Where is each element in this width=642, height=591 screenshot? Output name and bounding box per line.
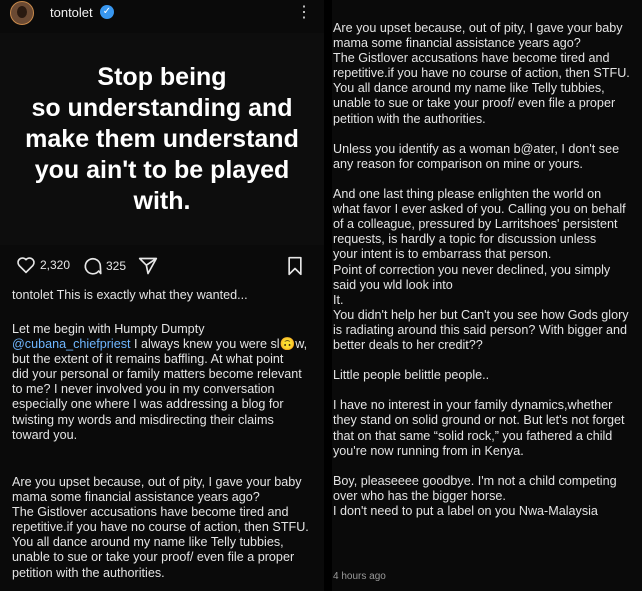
caption-first-text: This is exactly what they wanted...	[56, 288, 248, 302]
caption-first-line: tontolet This is exactly what they wante…	[12, 288, 324, 303]
caption-username[interactable]: tontolet	[12, 288, 53, 302]
mention-link[interactable]: @cubana_chiefpriest	[12, 337, 131, 351]
caption-para1-before: Let me begin with Humpty Dumpty	[12, 322, 205, 336]
post-header: tontolet ✓ ⋮	[0, 0, 324, 26]
comment-action[interactable]: 325	[82, 256, 126, 276]
caption-para1-after: I always knew you were sl🙃w, but the ext…	[12, 337, 308, 442]
comment-count: 325	[106, 259, 127, 273]
like-count: 2,320	[40, 258, 71, 272]
left-screenshot-panel: tontolet ✓ ⋮ Stop being so understanding…	[0, 0, 324, 591]
bookmark-icon[interactable]	[286, 256, 304, 276]
comment-icon[interactable]	[82, 256, 102, 276]
avatar[interactable]	[10, 1, 34, 25]
post-actions-bar: 2,320 325	[0, 254, 324, 280]
share-action[interactable]	[138, 256, 158, 276]
post-timestamp: 4 hours ago	[333, 571, 386, 582]
right-screenshot-panel: Are you upset because, out of pity, I ga…	[332, 0, 642, 591]
post-image[interactable]: Stop being so understanding and make the…	[0, 33, 324, 245]
verified-badge-icon: ✓	[100, 5, 114, 19]
like-action[interactable]: 2,320	[16, 256, 70, 274]
post-image-text: Stop being so understanding and make the…	[25, 62, 299, 215]
caption-continuation: Are you upset because, out of pity, I ga…	[333, 21, 630, 518]
heart-icon[interactable]	[16, 256, 36, 274]
caption-paragraph-2: Are you upset because, out of pity, I ga…	[12, 475, 309, 580]
share-icon[interactable]	[138, 256, 158, 276]
more-options-icon[interactable]: ⋮	[296, 2, 312, 22]
caption-paragraph-1: Let me begin with Humpty Dumpty @cubana_…	[12, 322, 324, 443]
bookmark-action[interactable]	[286, 256, 304, 276]
post-username[interactable]: tontolet	[50, 5, 93, 20]
